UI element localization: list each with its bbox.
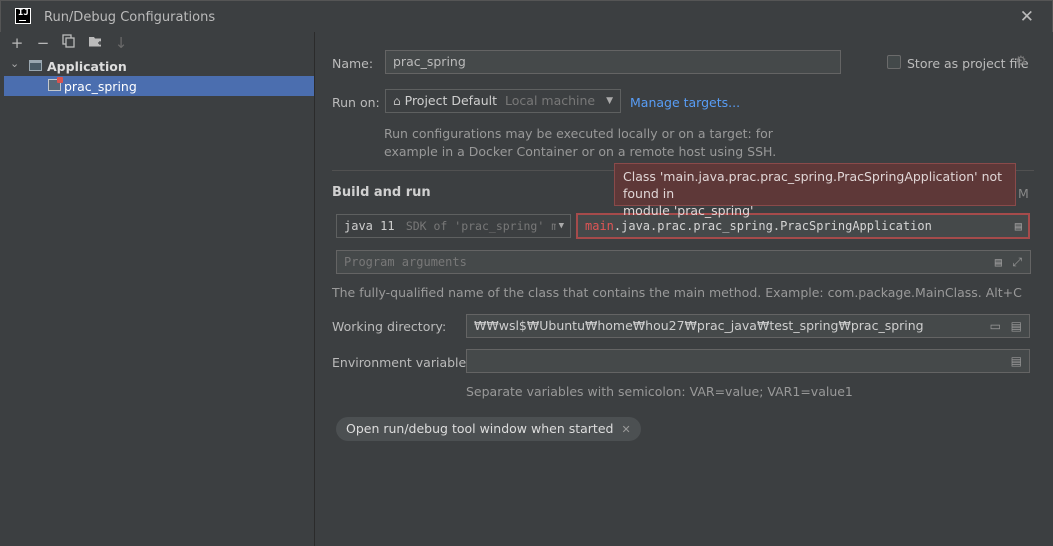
remove-icon[interactable]: −	[34, 34, 52, 52]
sdk-hint: SDK of 'prac_spring' m	[405, 219, 559, 233]
title-bar: IJ Run/Debug Configurations ✕	[0, 0, 1053, 32]
run-on-dropdown[interactable]: ⌂ Project Default Local machine ▼	[385, 89, 621, 113]
error-tooltip-line-2: module 'prac_spring'	[623, 203, 754, 218]
home-icon: ⌂	[393, 94, 401, 108]
new-folder-icon[interactable]	[86, 34, 104, 52]
run-on-label: Run on:	[332, 95, 380, 110]
sort-icon[interactable]: ↓	[112, 34, 130, 52]
manage-targets-link[interactable]: Manage targets...	[630, 95, 740, 110]
tree-item-prac-spring[interactable]: prac_spring	[4, 76, 314, 96]
environment-variables-label: Environment variables:	[332, 355, 477, 370]
name-label: Name:	[332, 56, 374, 71]
logo-text: IJ	[18, 8, 29, 18]
tool-window-option-pill[interactable]: Open run/debug tool window when started ✕	[336, 417, 641, 441]
run-on-note-1: Run configurations may be executed local…	[384, 126, 773, 141]
tree-group-label: Application	[47, 59, 127, 74]
working-directory-field[interactable]: ₩₩wsl$₩Ubuntu₩home₩hou27₩prac_java₩test_…	[466, 314, 1030, 338]
application-error-icon	[48, 77, 63, 91]
main-class-rest: .java.prac.prac_spring.PracSpringApplica…	[613, 219, 932, 233]
configurations-panel: + − ↓ ⌄ Application prac_spring	[0, 32, 315, 546]
macros-icon[interactable]: ▤	[1011, 315, 1022, 337]
program-arguments-field[interactable]: Program arguments ▤ ⤢	[336, 250, 1031, 274]
environment-variables-field[interactable]: ▤	[466, 349, 1030, 373]
run-on-hint: Local machine	[505, 93, 596, 108]
name-field[interactable]: prac_spring	[385, 50, 841, 74]
configuration-editor: Name: prac_spring Store as project file …	[316, 32, 1053, 546]
expand-icon[interactable]: ⤢	[1012, 251, 1022, 273]
program-arguments-placeholder: Program arguments	[344, 255, 467, 269]
gear-icon[interactable]: ⚙	[1015, 54, 1027, 69]
chevron-down-icon: ▼	[606, 96, 613, 106]
copy-icon[interactable]	[60, 34, 78, 52]
run-on-value: Project Default	[404, 93, 498, 108]
run-on-note-2: example in a Docker Container or on a re…	[384, 144, 777, 159]
build-and-run-heading: Build and run	[332, 185, 431, 200]
browse-class-icon[interactable]: ▤	[1015, 215, 1022, 237]
tree-item-label: prac_spring	[64, 79, 137, 94]
environment-variables-note: Separate variables with semicolon: VAR=v…	[466, 384, 853, 399]
error-tooltip-line-1: Class 'main.java.prac.prac_spring.PracSp…	[623, 169, 1003, 201]
chevron-down-icon: ▼	[555, 215, 564, 237]
working-directory-value: ₩₩wsl$₩Ubuntu₩home₩hou27₩prac_java₩test_…	[474, 318, 924, 333]
application-icon	[29, 60, 42, 71]
sdk-dropdown[interactable]: java 11 SDK of 'prac_spring' m ▼	[336, 214, 571, 238]
close-icon[interactable]: ✕	[1020, 7, 1034, 27]
add-icon[interactable]: +	[8, 34, 26, 52]
modify-options-hint[interactable]: M	[1018, 186, 1029, 201]
main-class-note: The fully-qualified name of the class th…	[332, 285, 1022, 300]
main-class-error-part: main	[585, 219, 614, 233]
chevron-down-icon[interactable]: ⌄	[10, 57, 19, 70]
working-directory-label: Working directory:	[332, 319, 447, 334]
remove-option-icon[interactable]: ✕	[621, 423, 630, 436]
error-tooltip: Class 'main.java.prac.prac_spring.PracSp…	[614, 163, 1016, 218]
edit-arguments-icon[interactable]: ▤	[995, 251, 1002, 273]
store-as-project-file-label: Store as project file	[907, 56, 1029, 71]
tool-window-option-label: Open run/debug tool window when started	[346, 421, 614, 436]
tree-group-application[interactable]: ⌄ Application	[0, 56, 315, 76]
folder-icon[interactable]: ▭	[990, 315, 1001, 337]
store-as-project-file-checkbox[interactable]	[887, 55, 901, 69]
window-title: Run/Debug Configurations	[44, 10, 216, 25]
sdk-value: java 11	[344, 219, 395, 233]
intellij-logo-icon: IJ	[15, 8, 31, 24]
edit-environment-icon[interactable]: ▤	[1011, 350, 1022, 372]
